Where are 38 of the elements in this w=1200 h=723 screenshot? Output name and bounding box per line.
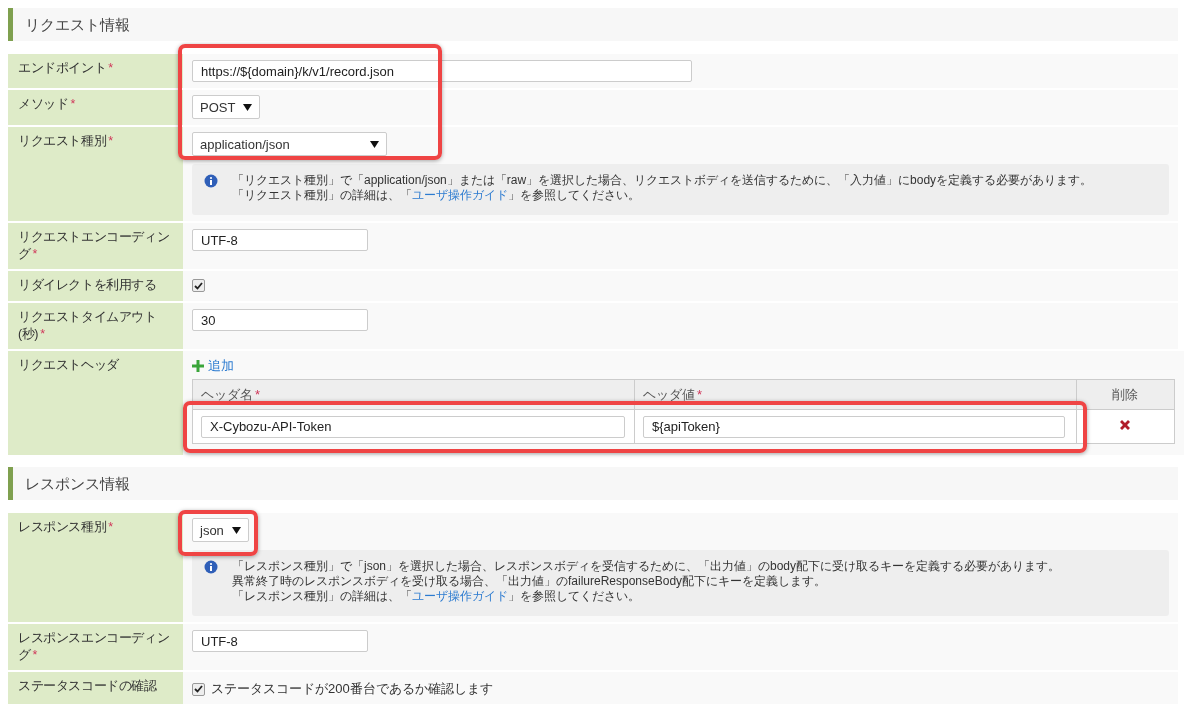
dropdown[interactable]: json <box>192 518 249 542</box>
field-label: リクエストタイムアウト(秒) * <box>8 303 183 349</box>
field-label: リダイレクトを利用する <box>8 271 183 301</box>
plus-icon <box>192 360 204 372</box>
checkbox[interactable] <box>192 682 205 696</box>
delete-icon[interactable] <box>1119 419 1132 431</box>
note-text: 異常終了時のレスポンスボディを受け取る場合、「出力値」のfailureResponseBody配下にキーを定義します。 <box>232 574 828 589</box>
text-field[interactable]: ${apiToken} <box>642 415 1065 438</box>
note-text: 「リクエスト種別」の詳細は、「ユーザ操作ガイド」を参照してください。 <box>232 188 641 203</box>
info-icon <box>204 174 218 188</box>
caret-icon <box>243 103 253 111</box>
section-title: レスポンス情報 <box>8 467 1178 500</box>
text-field[interactable]: X-Cybozu-API-Token <box>201 415 625 438</box>
field-label: リクエストエンコーディング * <box>8 223 183 269</box>
checkbox[interactable] <box>192 279 205 292</box>
field-label: ステータスコードの確認 <box>8 672 183 704</box>
note-text: 「レスポンス種別」で「json」を選択した場合、レスポンスボディを受信するために、「出力値」のbody配下に受け取るキーを定義する必要があります。 <box>232 559 1061 574</box>
dropdown[interactable]: POST <box>192 95 261 119</box>
text-field[interactable]: UTF-8 <box>192 229 368 251</box>
field-label: リクエストヘッダ <box>8 351 183 455</box>
caret-icon <box>231 526 241 534</box>
section-title: リクエスト情報 <box>8 8 1178 41</box>
info-icon <box>204 560 218 574</box>
column-header: 削除 <box>1076 379 1175 410</box>
checkbox-label: ステータスコードが200番台であるか確認します <box>211 680 493 698</box>
text-field[interactable]: UTF-8 <box>192 630 368 652</box>
dropdown[interactable]: application/json <box>192 132 387 156</box>
note-text: 「レスポンス種別」の詳細は、「ユーザ操作ガイド」を参照してください。 <box>232 589 641 604</box>
field-label: レスポンス種別 * <box>8 513 183 622</box>
add-link[interactable]: 追加 <box>192 357 234 375</box>
text-field[interactable]: 30 <box>192 309 368 331</box>
text-field[interactable]: https://${domain}/k/v1/record.json <box>192 60 692 82</box>
field-label: レスポンスエンコーディング * <box>8 624 183 670</box>
guide-link[interactable]: ユーザ操作ガイド <box>412 589 508 603</box>
guide-link[interactable]: ユーザ操作ガイド <box>412 188 508 202</box>
caret-icon <box>369 140 379 148</box>
note-text: 「リクエスト種別」で「application/json」または「raw」を選択した場合、リクエストボディを送信するために、「入力値」にbodyを定義する必要があります。 <box>232 173 1093 188</box>
field-label: リクエスト種別 * <box>8 127 183 221</box>
